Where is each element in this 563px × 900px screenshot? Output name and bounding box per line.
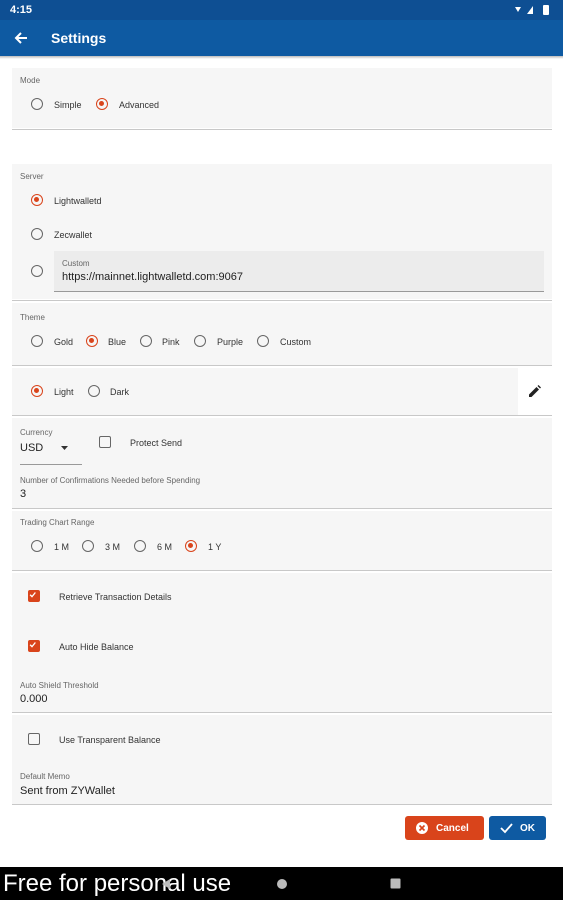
- server-custom-radio[interactable]: [31, 265, 43, 277]
- range-6m-radio[interactable]: [134, 540, 146, 552]
- default-memo-label: Default Memo: [20, 772, 70, 781]
- nav-back-icon[interactable]: [160, 878, 172, 890]
- auto-hide-label[interactable]: Auto Hide Balance: [59, 642, 134, 652]
- currency-underline: [20, 464, 82, 465]
- check-icon: [500, 823, 513, 834]
- status-time: 4:15: [10, 4, 33, 16]
- theme-section: [12, 303, 552, 365]
- theme-custom-label[interactable]: Custom: [280, 337, 311, 347]
- mode-simple-label[interactable]: Simple: [54, 100, 82, 110]
- currency-label: Currency: [20, 428, 53, 437]
- signal-icon: [527, 6, 533, 14]
- brightness-dark-label[interactable]: Dark: [110, 387, 129, 397]
- theme-pink-label[interactable]: Pink: [162, 337, 180, 347]
- watermark-text: Free for personal use: [3, 870, 232, 897]
- server-label: Server: [20, 172, 44, 181]
- divider: [12, 365, 552, 366]
- theme-purple-label[interactable]: Purple: [217, 337, 243, 347]
- ok-button-label: OK: [520, 823, 535, 834]
- protect-send-label[interactable]: Protect Send: [130, 438, 182, 448]
- server-zecwallet-label[interactable]: Zecwallet: [54, 230, 92, 240]
- divider: [12, 129, 552, 130]
- divider: [12, 415, 552, 416]
- nav-recents-icon[interactable]: [390, 878, 401, 889]
- auto-shield-label: Auto Shield Threshold: [20, 681, 99, 690]
- auto-hide-checkbox[interactable]: [28, 640, 40, 652]
- server-lightwalletd-radio[interactable]: [31, 194, 43, 206]
- divider: [12, 712, 552, 713]
- app-bar: Settings: [0, 20, 563, 56]
- protect-send-checkbox[interactable]: [99, 436, 111, 448]
- nav-home-icon[interactable]: [276, 878, 288, 890]
- range-3m-label[interactable]: 3 M: [105, 542, 120, 552]
- cancel-button-label: Cancel: [436, 823, 469, 834]
- app-bar-shadow: [0, 56, 563, 59]
- theme-blue-label[interactable]: Blue: [108, 337, 126, 347]
- transparent-balance-checkbox[interactable]: [28, 733, 40, 745]
- currency-select[interactable]: USD: [20, 442, 43, 454]
- range-1m-label[interactable]: 1 M: [54, 542, 69, 552]
- range-1y-radio[interactable]: [185, 540, 197, 552]
- theme-label: Theme: [20, 313, 45, 322]
- range-1y-label[interactable]: 1 Y: [208, 542, 221, 552]
- chart-range-label: Trading Chart Range: [20, 518, 95, 527]
- mode-label: Mode: [20, 76, 41, 85]
- mode-advanced-label[interactable]: Advanced: [119, 100, 159, 110]
- auto-shield-input[interactable]: 0.000: [20, 693, 48, 705]
- default-memo-input[interactable]: Sent from ZYWallet: [20, 785, 115, 797]
- system-status-icons: [515, 5, 549, 15]
- theme-gold-radio[interactable]: [31, 335, 43, 347]
- theme-custom-radio[interactable]: [257, 335, 269, 347]
- theme-purple-radio[interactable]: [194, 335, 206, 347]
- status-bar: 4:15: [0, 0, 563, 20]
- theme-blue-radio[interactable]: [86, 335, 98, 347]
- range-6m-label[interactable]: 6 M: [157, 542, 172, 552]
- ok-button[interactable]: OK: [489, 816, 546, 840]
- wifi-icon: [515, 7, 521, 12]
- theme-gold-label[interactable]: Gold: [54, 337, 73, 347]
- confirmations-input[interactable]: 3: [20, 488, 26, 500]
- custom-server-underline: [54, 291, 544, 292]
- brightness-light-radio[interactable]: [31, 385, 43, 397]
- mode-simple-radio[interactable]: [31, 98, 43, 110]
- theme-pink-radio[interactable]: [140, 335, 152, 347]
- divider: [12, 508, 552, 509]
- brightness-dark-radio[interactable]: [88, 385, 100, 397]
- retrieve-tx-label[interactable]: Retrieve Transaction Details: [59, 592, 172, 602]
- custom-server-label: Custom: [62, 259, 90, 268]
- system-nav-bar: Free for personal use: [0, 867, 563, 900]
- range-1m-radio[interactable]: [31, 540, 43, 552]
- page-title: Settings: [51, 30, 107, 46]
- edit-pencil-icon[interactable]: [528, 385, 541, 398]
- server-lightwalletd-label[interactable]: Lightwalletd: [54, 196, 102, 206]
- currency-section: [12, 418, 552, 508]
- custom-server-input[interactable]: https://mainnet.lightwalletd.com:9067: [62, 271, 243, 283]
- back-arrow-icon[interactable]: [12, 29, 30, 47]
- transparent-balance-label[interactable]: Use Transparent Balance: [59, 735, 161, 745]
- brightness-light-label[interactable]: Light: [54, 387, 74, 397]
- divider: [12, 804, 552, 805]
- server-zecwallet-radio[interactable]: [31, 228, 43, 240]
- mode-advanced-radio[interactable]: [96, 98, 108, 110]
- mode-section: [12, 68, 552, 128]
- cancel-button[interactable]: Cancel: [405, 816, 484, 840]
- retrieve-tx-checkbox[interactable]: [28, 590, 40, 602]
- divider: [12, 570, 552, 571]
- divider: [12, 300, 552, 301]
- cancel-icon: [416, 822, 428, 834]
- confirmations-label: Number of Confirmations Needed before Sp…: [20, 476, 201, 485]
- chevron-down-icon[interactable]: [61, 446, 68, 450]
- range-3m-radio[interactable]: [82, 540, 94, 552]
- battery-icon: [543, 5, 549, 15]
